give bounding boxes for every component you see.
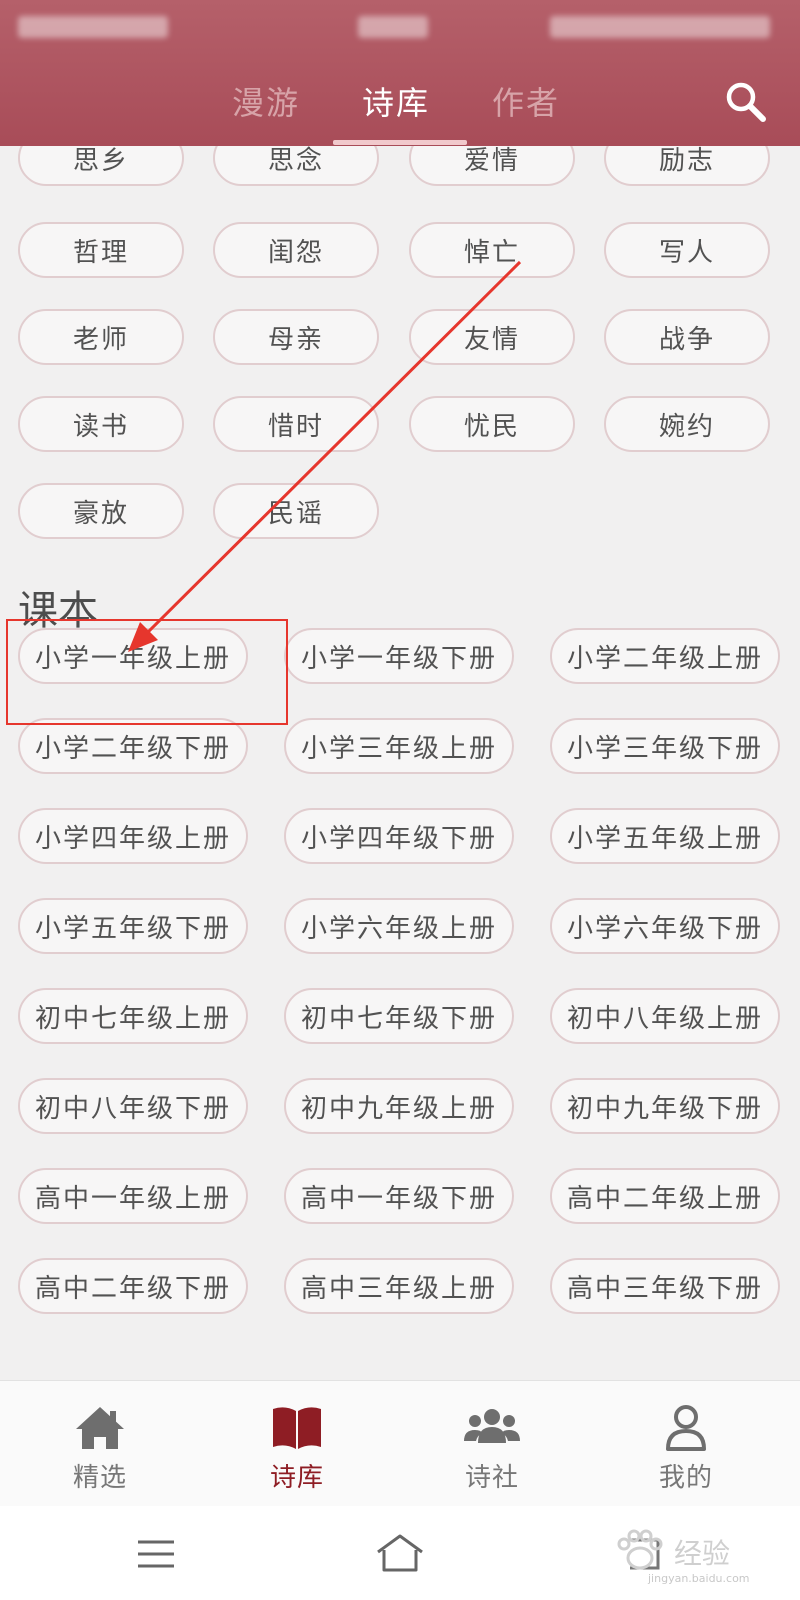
nav-featured[interactable]: 精选 [0, 1381, 200, 1507]
textbook-chip[interactable]: 初中八年级下册 [18, 1078, 248, 1134]
partial-tag-row: 思乡 思念 爱情 励志 [0, 146, 800, 190]
paw-logo-icon [617, 1529, 663, 1570]
tag-chip[interactable]: 民谣 [213, 483, 379, 539]
home-icon [76, 1407, 124, 1449]
home-button[interactable] [372, 1526, 428, 1582]
watermark-url: jingyan.baidu.com [648, 1572, 750, 1585]
textbook-chip[interactable]: 小学六年级下册 [550, 898, 780, 954]
textbook-chip[interactable]: 小学四年级下册 [284, 808, 514, 864]
textbook-chip[interactable]: 小学三年级上册 [284, 718, 514, 774]
tag-chip[interactable]: 悼亡 [409, 222, 575, 278]
textbook-chip[interactable]: 高中二年级上册 [550, 1168, 780, 1224]
tag-chip[interactable]: 闺怨 [213, 222, 379, 278]
tag-chip[interactable]: 读书 [18, 396, 184, 452]
textbook-chip[interactable]: 高中二年级下册 [18, 1258, 248, 1314]
annotation-highlight-box [6, 619, 288, 725]
menu-icon [138, 1540, 174, 1568]
watermark-text: 经验 [674, 1537, 731, 1570]
tag-chip[interactable]: 思念 [213, 146, 379, 186]
textbook-chip[interactable]: 小学二年级上册 [550, 628, 780, 684]
status-bar [0, 0, 800, 55]
app-header: 漫游 诗库 作者 [0, 0, 800, 146]
search-button[interactable] [722, 78, 770, 126]
nav-poetry-library[interactable]: 诗库 [197, 1381, 397, 1507]
tag-chip[interactable]: 战争 [604, 309, 770, 365]
textbook-chip[interactable]: 高中三年级下册 [550, 1258, 780, 1314]
textbook-chip[interactable]: 小学六年级上册 [284, 898, 514, 954]
textbook-chip[interactable]: 高中一年级上册 [18, 1168, 248, 1224]
tab-authors[interactable]: 作者 [492, 78, 560, 124]
tag-chip[interactable]: 忧民 [409, 396, 575, 452]
textbook-chip[interactable]: 小学三年级下册 [550, 718, 780, 774]
textbook-chip[interactable]: 初中七年级上册 [18, 988, 248, 1044]
nav-label: 诗社 [464, 1463, 519, 1493]
tag-chip[interactable]: 爱情 [409, 146, 575, 186]
nav-mine[interactable]: 我的 [586, 1381, 786, 1507]
menu-button[interactable] [128, 1526, 184, 1582]
active-tab-indicator [333, 140, 467, 145]
tag-chip[interactable]: 友情 [409, 309, 575, 365]
textbook-chip[interactable]: 高中一年级下册 [284, 1168, 514, 1224]
user-icon [666, 1405, 706, 1451]
nav-label: 精选 [72, 1463, 127, 1493]
textbook-chip[interactable]: 初中七年级下册 [284, 988, 514, 1044]
group-icon [464, 1409, 520, 1443]
home-outline-icon [377, 1534, 423, 1572]
textbook-chip[interactable]: 高中三年级上册 [284, 1258, 514, 1314]
textbook-chip[interactable]: 初中九年级上册 [284, 1078, 514, 1134]
nav-label: 我的 [658, 1463, 713, 1493]
top-tabs: 漫游 诗库 作者 [0, 70, 800, 146]
bottom-navigation: 精选 诗库 诗社 我的 [0, 1380, 800, 1506]
textbook-chip[interactable]: 小学五年级下册 [18, 898, 248, 954]
textbook-chip[interactable]: 小学五年级上册 [550, 808, 780, 864]
textbook-chip[interactable]: 初中九年级下册 [550, 1078, 780, 1134]
tag-chip[interactable]: 母亲 [213, 309, 379, 365]
tag-chip[interactable]: 思乡 [18, 146, 184, 186]
tab-roam[interactable]: 漫游 [232, 78, 300, 124]
tag-chip[interactable]: 豪放 [18, 483, 184, 539]
tag-chip[interactable]: 老师 [18, 309, 184, 365]
tag-chip[interactable]: 婉约 [604, 396, 770, 452]
textbook-chip[interactable]: 初中八年级上册 [550, 988, 780, 1044]
book-icon [273, 1407, 321, 1449]
tag-chip[interactable]: 写人 [604, 222, 770, 278]
tag-chip[interactable]: 哲理 [18, 222, 184, 278]
search-icon [726, 82, 766, 122]
nav-poetry-club[interactable]: 诗社 [392, 1381, 592, 1507]
textbook-chip[interactable]: 小学二年级下册 [18, 718, 248, 774]
tab-poetry-library[interactable]: 诗库 [362, 78, 430, 124]
tag-chip[interactable]: 惜时 [213, 396, 379, 452]
textbook-chip[interactable]: 小学四年级上册 [18, 808, 248, 864]
nav-label: 诗库 [269, 1463, 324, 1493]
tag-chip[interactable]: 励志 [604, 146, 770, 186]
watermark: 经验 jingyan.baidu.com [612, 1528, 782, 1588]
textbook-chip[interactable]: 小学一年级下册 [284, 628, 514, 684]
